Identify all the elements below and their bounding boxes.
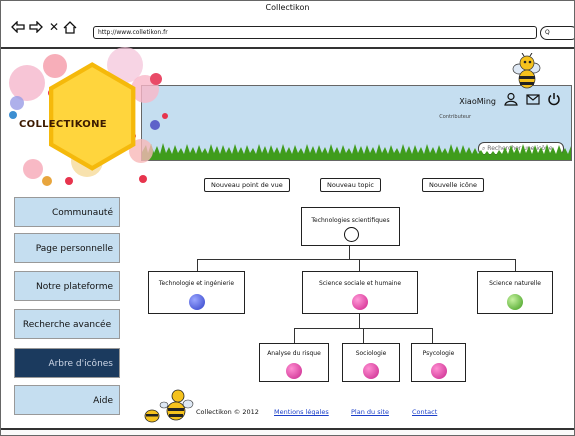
user-name: XiaoMing bbox=[459, 97, 496, 106]
plan-du-site-link[interactable]: Plan du site bbox=[351, 408, 389, 416]
mentions-legales-link[interactable]: Mentions légales bbox=[274, 408, 329, 416]
tree-connector bbox=[515, 259, 516, 271]
logo-text: COLLECTIKONE bbox=[19, 119, 107, 130]
tree-node-root[interactable]: Technologies scientifiques bbox=[301, 207, 400, 246]
grass-decoration bbox=[142, 143, 571, 160]
tree-connector bbox=[363, 328, 364, 343]
status-bar bbox=[1, 428, 574, 435]
new-icon-button[interactable]: Nouvelle icône bbox=[422, 178, 484, 192]
back-arrow-icon[interactable] bbox=[11, 20, 25, 34]
tree-node-label: Science naturelle bbox=[489, 280, 541, 287]
window-title: Collectikon bbox=[265, 3, 310, 12]
tree-node-sociologie[interactable]: Sociologie bbox=[342, 343, 400, 382]
header-banner: XiaoMing Contributeur ⌕ Rechercher une i… bbox=[141, 85, 572, 161]
sidebar-item-arbre-icones[interactable]: Arbre d'icônes bbox=[14, 348, 120, 378]
sidebar-item-recherche-avancee[interactable]: Recherche avancée bbox=[14, 309, 120, 339]
home-icon[interactable] bbox=[63, 20, 77, 34]
tree-connector bbox=[359, 259, 360, 271]
tree-node-label: Technologie et ingénierie bbox=[158, 280, 235, 287]
people-icon bbox=[363, 363, 379, 379]
collectikone-logo[interactable] bbox=[5, 41, 175, 191]
tree-node-label: Technologies scientifiques bbox=[311, 217, 390, 224]
tree-connector bbox=[432, 328, 433, 343]
tree-connector bbox=[197, 259, 198, 271]
empty-circle-icon bbox=[343, 227, 359, 242]
bee-mascot-icon bbox=[512, 53, 541, 89]
tree-connector bbox=[349, 246, 350, 259]
forward-arrow-icon[interactable] bbox=[29, 20, 43, 34]
lightning-icon bbox=[286, 363, 302, 379]
contact-link[interactable]: Contact bbox=[412, 408, 437, 416]
tree-node-label: Sociologie bbox=[355, 350, 387, 357]
sidebar-item-communaute[interactable]: Communauté bbox=[14, 197, 120, 227]
green-ball-icon bbox=[507, 294, 523, 310]
sidebar-item-notre-plateforme[interactable]: Notre plateforme bbox=[14, 271, 120, 301]
sidebar-item-page-personnelle[interactable]: Page personnelle bbox=[14, 233, 120, 263]
blue-ball-icon bbox=[188, 294, 205, 310]
close-icon[interactable]: ✕ bbox=[47, 20, 61, 34]
footer-link-contact[interactable]: Contact bbox=[412, 408, 437, 416]
footer-link-plan[interactable]: Plan du site bbox=[351, 408, 389, 416]
footer-copyright: Collectikon © 2012 bbox=[196, 408, 259, 416]
user-icon[interactable] bbox=[504, 92, 518, 106]
heart-icon bbox=[430, 363, 447, 379]
user-role: Contributeur bbox=[439, 114, 471, 120]
footer-bees-logo bbox=[144, 389, 194, 423]
tree-node-label: Psycologie bbox=[422, 350, 455, 357]
browser-search-button[interactable]: Q bbox=[540, 26, 574, 40]
tree-node-science-sociale[interactable]: Science sociale et humaine bbox=[302, 271, 418, 314]
tree-node-technologie[interactable]: Technologie et ingénierie bbox=[148, 271, 245, 314]
sidebar-item-aide[interactable]: Aide bbox=[14, 385, 120, 415]
tree-node-analyse-risque[interactable]: Analyse du risque bbox=[259, 343, 329, 382]
tree-node-psycologie[interactable]: Psycologie bbox=[411, 343, 466, 382]
tree-connector bbox=[359, 314, 360, 328]
power-icon[interactable] bbox=[547, 92, 561, 106]
tree-node-science-naturelle[interactable]: Science naturelle bbox=[477, 271, 553, 314]
browser-window: Collectikon ✕ http://www.colletikon.fr Q… bbox=[0, 0, 575, 436]
tree-node-label: Science sociale et humaine bbox=[318, 280, 402, 287]
mail-icon[interactable] bbox=[526, 92, 540, 106]
tree-connector bbox=[197, 259, 515, 260]
new-viewpoint-button[interactable]: Nouveau point de vue bbox=[204, 178, 290, 192]
address-bar[interactable]: http://www.colletikon.fr bbox=[93, 26, 537, 39]
pink-ball-icon bbox=[352, 294, 368, 310]
footer-link-mentions[interactable]: Mentions légales bbox=[274, 408, 329, 416]
tree-connector bbox=[294, 328, 295, 343]
tree-node-label: Analyse du risque bbox=[267, 350, 321, 357]
new-topic-button[interactable]: Nouveau topic bbox=[320, 178, 382, 192]
